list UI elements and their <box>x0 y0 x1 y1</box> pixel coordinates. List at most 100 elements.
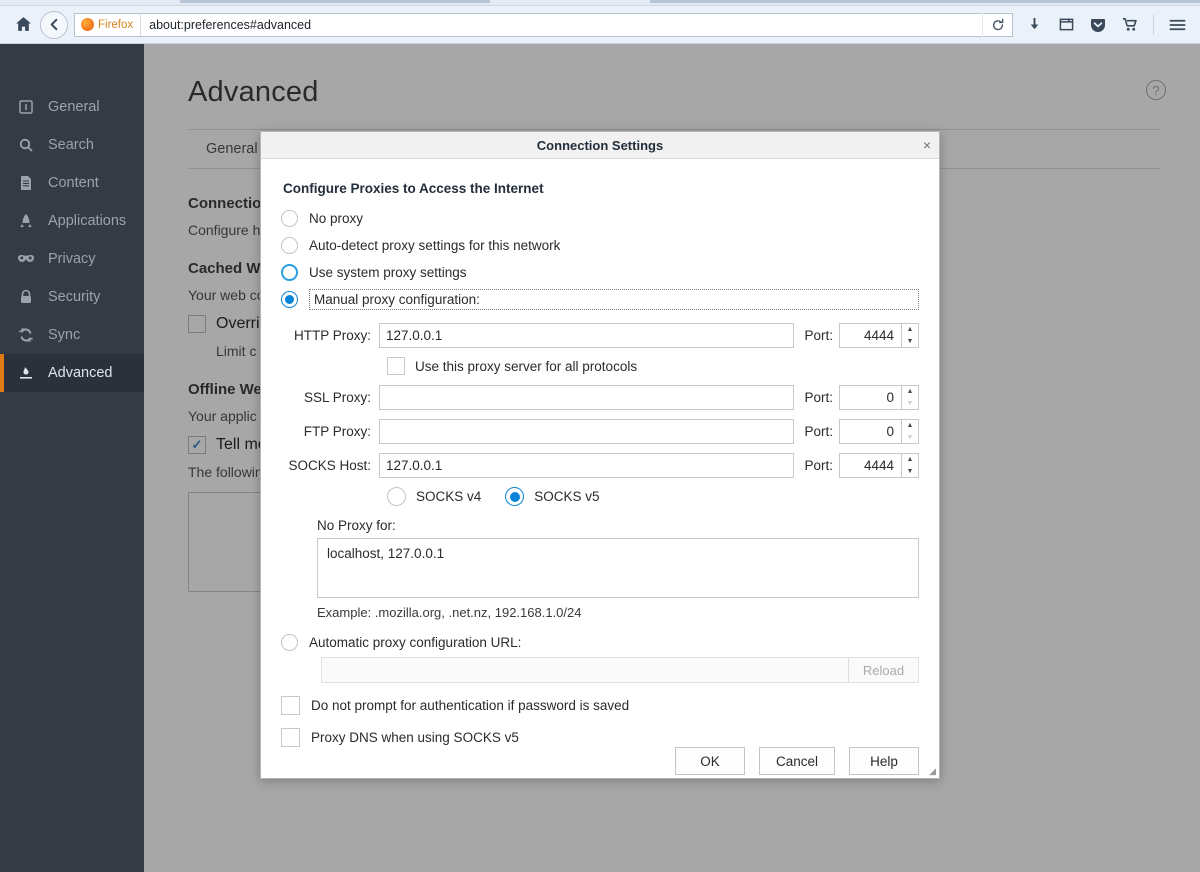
ftp-proxy-label: FTP Proxy: <box>281 424 379 439</box>
all-protocols-checkbox[interactable] <box>387 357 405 375</box>
help-button[interactable]: Help <box>849 747 919 775</box>
sidebar-icon[interactable] <box>1051 10 1081 40</box>
close-icon[interactable]: × <box>923 132 931 158</box>
no-proxy-label: No Proxy for: <box>317 518 919 533</box>
address-bar[interactable]: Firefox about:preferences#advanced <box>74 13 1013 37</box>
proxy-mode-no-proxy[interactable]: No proxy <box>281 205 919 232</box>
download-icon[interactable] <box>1019 10 1049 40</box>
spinner-down-icon[interactable]: ▼ <box>902 336 918 348</box>
sidebar-item-label: Search <box>48 137 94 153</box>
ftp-port-value[interactable]: 0 <box>839 419 901 444</box>
cancel-button[interactable]: Cancel <box>759 747 835 775</box>
proxy-fields: HTTP Proxy: 127.0.0.1 Port: 4444 ▲ ▼ <box>281 323 919 506</box>
home-icon[interactable] <box>8 10 38 40</box>
spinner-buttons[interactable]: ▲ ▼ <box>901 323 919 348</box>
no-proxy-textarea[interactable]: localhost, 127.0.0.1 <box>317 538 919 598</box>
ftp-port-stepper[interactable]: 0 ▲ ▼ <box>839 419 919 444</box>
spinner-down-icon[interactable]: ▼ <box>902 466 918 478</box>
manual-focus-ring: Manual proxy configuration: <box>309 289 919 310</box>
url-text[interactable]: about:preferences#advanced <box>141 18 311 32</box>
ssl-proxy-input[interactable] <box>379 385 794 410</box>
socks-v4-label: SOCKS v4 <box>416 489 481 504</box>
brand-label: Firefox <box>98 19 133 31</box>
sidebar-item-label: Privacy <box>48 251 96 267</box>
dialog-body: Configure Proxies to Access the Internet… <box>261 159 939 747</box>
radio-manual[interactable] <box>281 291 298 308</box>
proxy-dns-row[interactable]: Proxy DNS when using SOCKS v5 <box>281 728 919 747</box>
dialog-title: Connection Settings <box>537 138 663 153</box>
spinner-up-icon[interactable]: ▲ <box>902 454 918 466</box>
sidebar-item-content[interactable]: Content <box>0 164 144 202</box>
all-protocols-label: Use this proxy server for all protocols <box>415 359 637 374</box>
dialog-footer: OK Cancel Help <box>261 747 939 791</box>
spinner-up-icon[interactable]: ▲ <box>902 420 918 432</box>
ftp-port-label: Port: <box>794 424 839 439</box>
sidebar-item-privacy[interactable]: Privacy <box>0 240 144 278</box>
ok-button[interactable]: OK <box>675 747 745 775</box>
general-icon <box>16 97 36 117</box>
tab-edge <box>180 0 490 3</box>
sidebar-item-applications[interactable]: Applications <box>0 202 144 240</box>
ssl-port-stepper[interactable]: 0 ▲ ▼ <box>839 385 919 410</box>
radio-label: No proxy <box>309 211 363 226</box>
sidebar-item-advanced[interactable]: Advanced <box>0 354 144 392</box>
toolbar-icons <box>1019 10 1192 40</box>
tab-strip <box>0 0 1200 6</box>
pac-reload-button[interactable]: Reload <box>849 657 919 683</box>
no-auth-prompt-row[interactable]: Do not prompt for authentication if pass… <box>281 696 919 715</box>
sidebar-item-label: Content <box>48 175 99 191</box>
radio-no-proxy[interactable] <box>281 210 298 227</box>
socks-host-input[interactable]: 127.0.0.1 <box>379 453 794 478</box>
proxy-dns-checkbox[interactable] <box>281 728 300 747</box>
radio-label: Auto-detect proxy settings for this netw… <box>309 238 560 253</box>
no-auth-prompt-checkbox[interactable] <box>281 696 300 715</box>
proxy-mode-system[interactable]: Use system proxy settings <box>281 259 919 286</box>
spinner-buttons[interactable]: ▲ ▼ <box>901 419 919 444</box>
sidebar-item-security[interactable]: Security <box>0 278 144 316</box>
proxy-dns-label: Proxy DNS when using SOCKS v5 <box>311 730 519 745</box>
http-port-value[interactable]: 4444 <box>839 323 901 348</box>
spinner-up-icon[interactable]: ▲ <box>902 386 918 398</box>
ssl-port-value[interactable]: 0 <box>839 385 901 410</box>
http-proxy-input[interactable]: 127.0.0.1 <box>379 323 794 348</box>
hamburger-menu-icon[interactable] <box>1162 10 1192 40</box>
spinner-buttons[interactable]: ▲ ▼ <box>901 385 919 410</box>
sidebar-item-label: Applications <box>48 213 126 229</box>
proxy-mode-manual[interactable]: Manual proxy configuration: <box>281 286 919 313</box>
socks-version-row: SOCKS v4 SOCKS v5 <box>387 487 919 506</box>
no-proxy-example: Example: .mozilla.org, .net.nz, 192.168.… <box>317 605 919 620</box>
configure-proxies-heading: Configure Proxies to Access the Internet <box>283 181 919 196</box>
back-button[interactable] <box>40 11 68 39</box>
privacy-mask-icon <box>16 249 36 269</box>
spinner-buttons[interactable]: ▲ ▼ <box>901 453 919 478</box>
radio-socks-v5[interactable] <box>505 487 524 506</box>
reload-icon[interactable] <box>982 13 1012 37</box>
radio-auto-detect[interactable] <box>281 237 298 254</box>
radio-use-system[interactable] <box>281 264 298 281</box>
http-port-label: Port: <box>794 328 839 343</box>
sidebar-item-sync[interactable]: Sync <box>0 316 144 354</box>
socks-port-value[interactable]: 4444 <box>839 453 901 478</box>
pac-url-input[interactable] <box>321 657 849 683</box>
spinner-up-icon[interactable]: ▲ <box>902 324 918 336</box>
http-port-stepper[interactable]: 4444 ▲ ▼ <box>839 323 919 348</box>
spinner-down-icon[interactable]: ▼ <box>902 398 918 410</box>
cart-icon[interactable] <box>1115 10 1145 40</box>
radio-pac-url[interactable] <box>281 634 298 651</box>
proxy-mode-auto-detect[interactable]: Auto-detect proxy settings for this netw… <box>281 232 919 259</box>
search-icon <box>16 135 36 155</box>
sidebar-item-search[interactable]: Search <box>0 126 144 164</box>
radio-label: Manual proxy configuration: <box>314 292 480 307</box>
tab-edge <box>650 0 1200 3</box>
pac-radio-row[interactable]: Automatic proxy configuration URL: <box>281 634 919 651</box>
ssl-port-label: Port: <box>794 390 839 405</box>
radio-socks-v4[interactable] <box>387 487 406 506</box>
resize-grip-icon[interactable]: ◢ <box>926 766 936 776</box>
sidebar-item-general[interactable]: General <box>0 88 144 126</box>
pocket-icon[interactable] <box>1083 10 1113 40</box>
preferences-content: ? Advanced General Connection Configure … <box>144 44 1200 872</box>
ftp-proxy-input[interactable] <box>379 419 794 444</box>
socks-port-stepper[interactable]: 4444 ▲ ▼ <box>839 453 919 478</box>
spinner-down-icon[interactable]: ▼ <box>902 432 918 444</box>
all-protocols-row[interactable]: Use this proxy server for all protocols <box>387 357 919 375</box>
